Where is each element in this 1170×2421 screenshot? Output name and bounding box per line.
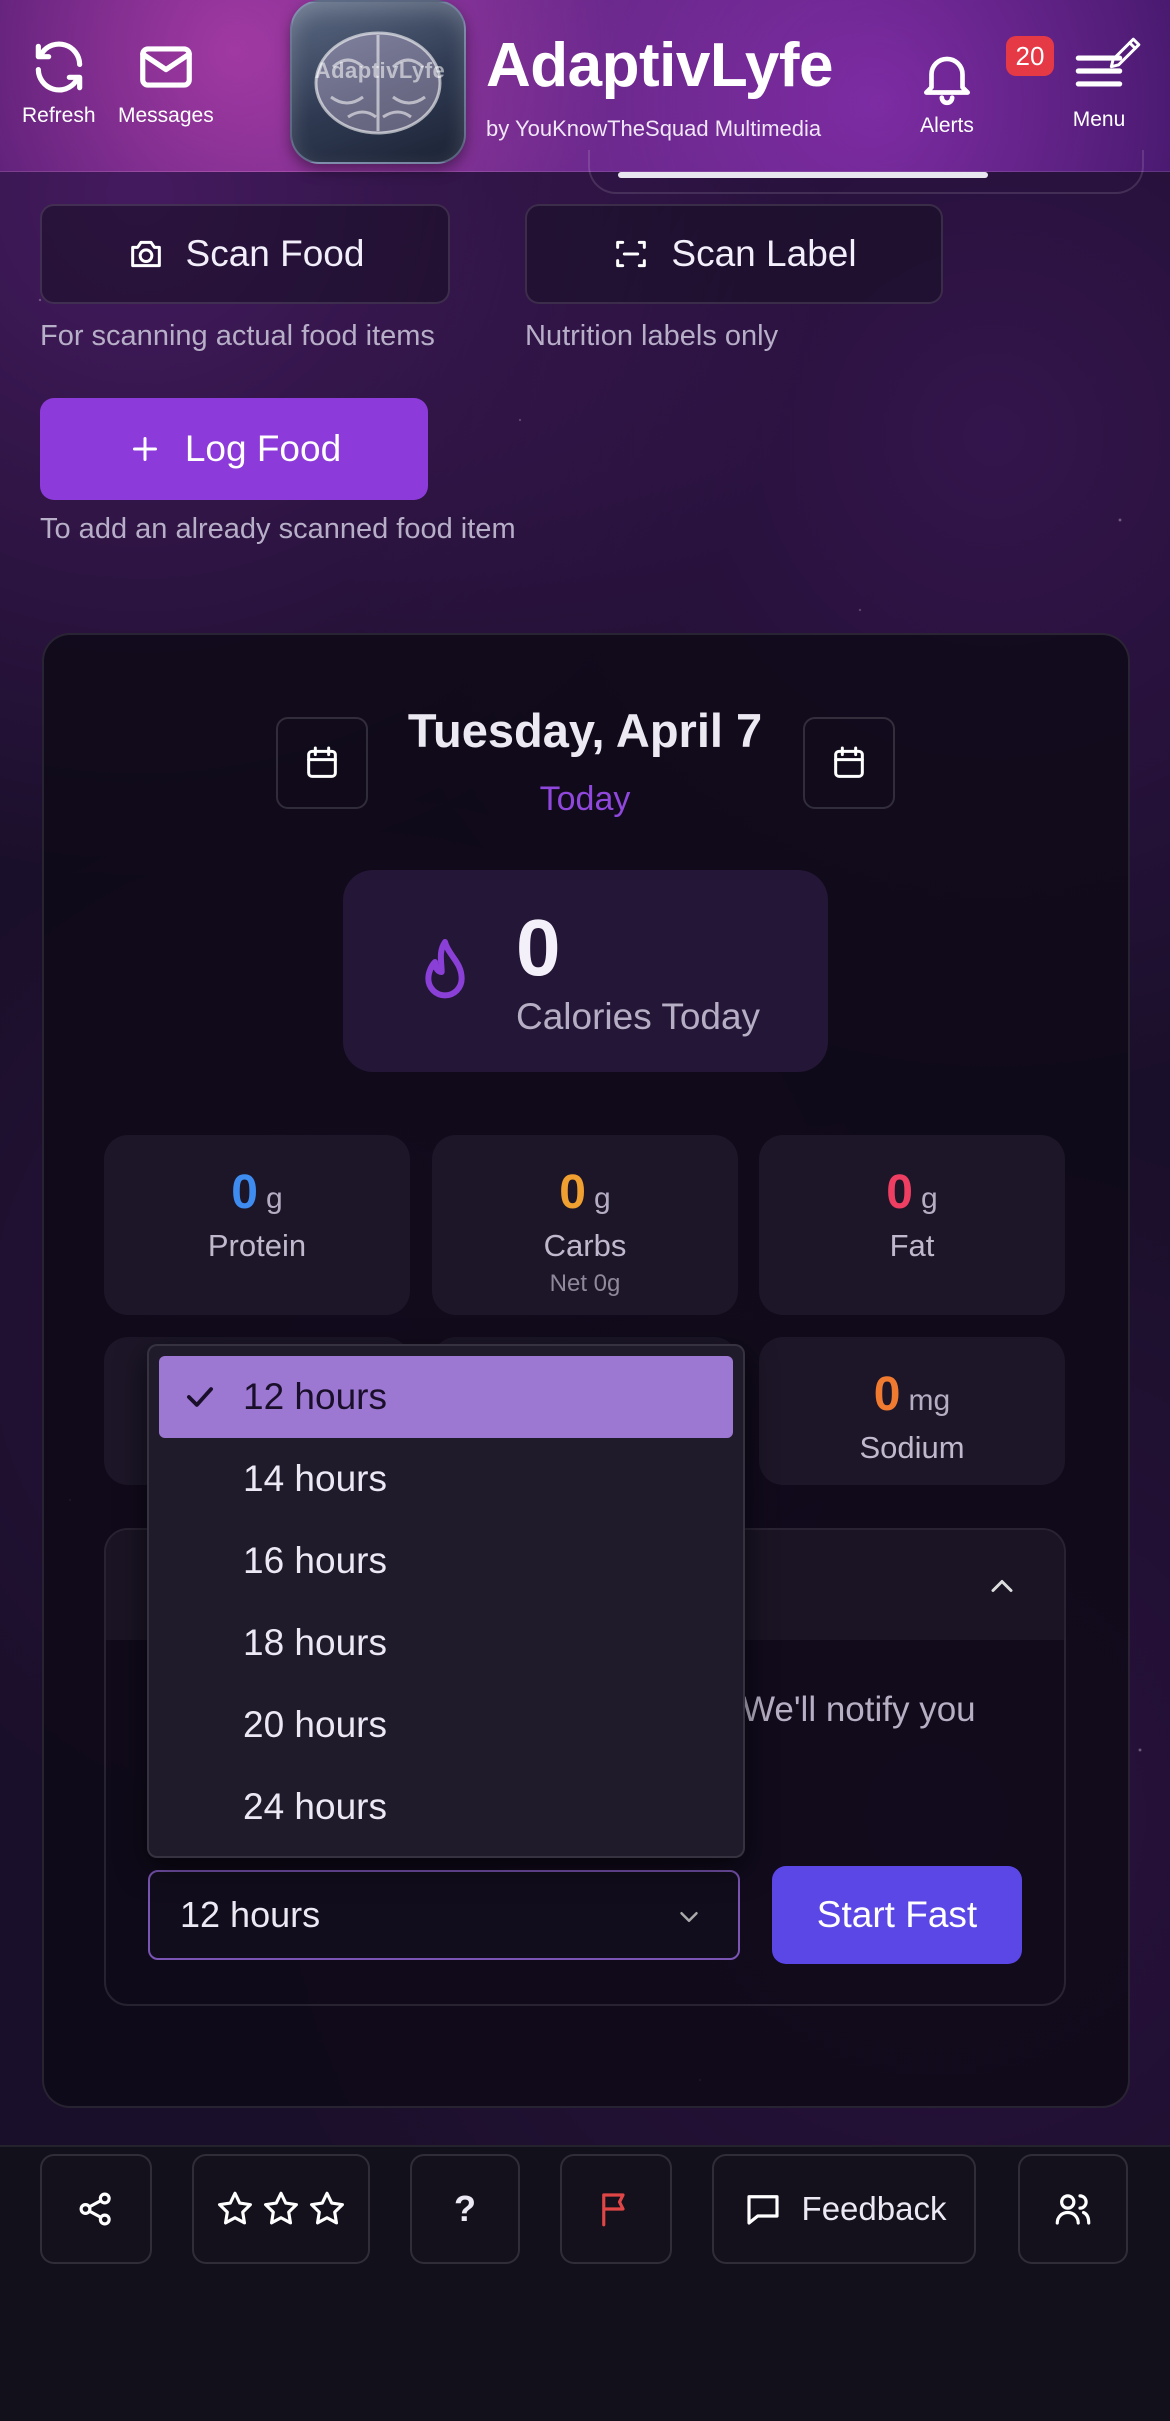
app-subtitle: by YouKnowTheSquad Multimedia (486, 116, 822, 141)
star-icon (310, 2191, 344, 2225)
duration-option[interactable]: 18 hours (159, 1602, 733, 1684)
bell-icon (924, 56, 970, 106)
camera-icon (130, 240, 161, 268)
scan-label-hint: Nutrition labels only (525, 320, 779, 352)
app-header: Refresh Messages AdaptivLyfe AdaptivLyfe… (0, 0, 1170, 172)
duration-option[interactable]: 24 hours (159, 1766, 733, 1848)
duration-option-label: 20 hours (243, 1704, 387, 1745)
carbs-value: 0 (559, 1166, 586, 1219)
rate-button[interactable] (192, 2154, 370, 2264)
fast-duration-value: 12 hours (180, 1894, 321, 1935)
alerts-label: Alerts (920, 114, 974, 137)
fat-value: 0 (886, 1166, 913, 1219)
protein-value: 0 (231, 1166, 258, 1219)
duration-option[interactable]: 12 hours (159, 1356, 733, 1438)
alerts-count-badge: 20 (1006, 36, 1054, 76)
feedback-button[interactable]: Feedback (712, 2154, 976, 2264)
fast-duration-dropdown: 12 hours 14 hours 16 hours 18 hours 20 h… (147, 1344, 745, 1858)
sodium-unit: mg (908, 1384, 951, 1417)
sodium-label: Sodium (859, 1430, 965, 1465)
duration-option-label: 12 hours (243, 1376, 387, 1417)
duration-option-label: 14 hours (243, 1458, 387, 1499)
scan-frame-icon (616, 240, 647, 268)
alerts-button[interactable]: Alerts (916, 46, 978, 138)
sodium-stat: 0 mg Sodium (759, 1337, 1065, 1485)
menu-label: Menu (1072, 108, 1126, 131)
selected-date: Tuesday, April 7 (407, 704, 763, 757)
fast-duration-select[interactable]: 12 hours (148, 1870, 740, 1960)
fat-label: Fat (889, 1228, 935, 1263)
sodium-value: 0 (873, 1368, 901, 1421)
calories-label: Calories Today (516, 996, 761, 1037)
star-icon (218, 2191, 252, 2225)
refresh-icon (35, 41, 83, 93)
community-button[interactable] (1018, 2154, 1128, 2264)
feedback-label: Feedback (801, 2190, 947, 2227)
duration-option-label: 24 hours (243, 1786, 387, 1827)
duration-option-label: 16 hours (243, 1540, 387, 1581)
duration-option-label: 18 hours (243, 1622, 387, 1663)
chevron-down-icon (680, 1912, 698, 1922)
mail-icon (140, 46, 192, 88)
calories-value: 0 (516, 903, 561, 992)
report-button[interactable] (560, 2154, 672, 2264)
pencil-icon[interactable] (1104, 30, 1148, 74)
messages-label: Messages (118, 104, 214, 127)
refresh-label: Refresh (22, 104, 96, 127)
date-relative-label: Today (539, 780, 631, 818)
net-carbs-label: Net 0g (549, 1270, 621, 1297)
protein-unit: g (266, 1182, 283, 1215)
log-food-hint: To add an already scanned food item (40, 513, 516, 545)
logo-wordmark: AdaptivLyfe (314, 58, 446, 83)
carbs-stat: 0 g Carbs Net 0g (432, 1135, 738, 1315)
protein-stat: 0 g Protein (104, 1135, 410, 1315)
fat-unit: g (921, 1182, 938, 1215)
check-icon (187, 1387, 213, 1407)
help-button[interactable]: ? (410, 2154, 520, 2264)
refresh-button[interactable]: Refresh (22, 36, 96, 128)
scan-food-label: Scan Food (185, 233, 365, 274)
share-icon (79, 2192, 111, 2226)
share-button[interactable] (40, 2154, 152, 2264)
plus-icon (132, 437, 157, 461)
scan-label-label: Scan Label (671, 233, 857, 274)
duration-option[interactable]: 20 hours (159, 1684, 733, 1766)
scrolled-input-edge (618, 172, 988, 178)
log-food-button[interactable]: Log Food (40, 398, 428, 500)
next-day-button[interactable] (803, 717, 895, 809)
duration-option[interactable]: 14 hours (159, 1438, 733, 1520)
log-food-label: Log Food (184, 428, 342, 469)
carbs-label: Carbs (543, 1228, 627, 1263)
carbs-unit: g (594, 1182, 611, 1215)
scan-food-button[interactable]: Scan Food (40, 204, 450, 304)
scan-food-hint: For scanning actual food items (40, 320, 435, 352)
scan-label-button[interactable]: Scan Label (525, 204, 943, 304)
flag-icon (602, 2193, 625, 2227)
app-title: AdaptivLyfe (486, 31, 834, 100)
star-icon (264, 2191, 298, 2225)
messages-button[interactable]: Messages (118, 36, 214, 128)
start-fast-button[interactable]: Start Fast (772, 1866, 1022, 1964)
fat-stat: 0 g Fat (759, 1135, 1065, 1315)
chat-bubble-icon (746, 2195, 779, 2225)
calendar-icon (834, 746, 864, 778)
users-icon (1055, 2194, 1091, 2225)
fasting-notify-text: We'll notify you (742, 1690, 976, 1729)
chevron-up-icon[interactable] (984, 1568, 1020, 1604)
flame-icon (425, 939, 465, 999)
protein-label: Protein (207, 1228, 307, 1263)
duration-option[interactable]: 16 hours (159, 1520, 733, 1602)
